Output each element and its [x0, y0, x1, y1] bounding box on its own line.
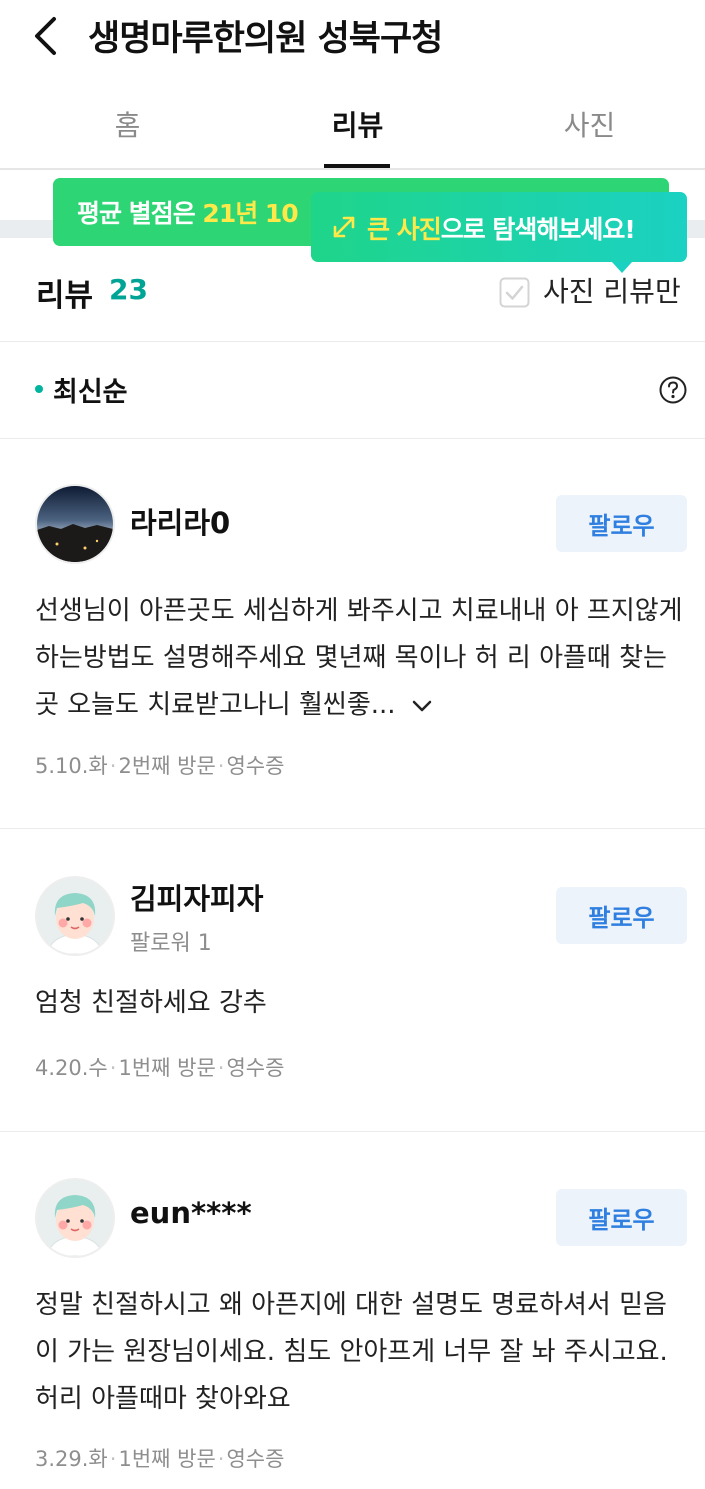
default-avatar-icon	[37, 878, 113, 954]
sort-dot	[35, 385, 43, 393]
tab-reviews[interactable]: 리뷰	[240, 104, 475, 144]
sort-latest[interactable]: 최신순	[53, 370, 128, 409]
reviews-count: 23	[109, 273, 148, 306]
avatar[interactable]	[37, 486, 113, 562]
review-text[interactable]: 엄청 친절하세요 강추	[35, 980, 685, 1027]
review-text[interactable]: 선생님이 아픈곳도 세심하게 봐주시고 치료내내 아 프지않게하는방법도 설명해…	[35, 588, 685, 729]
tab-home[interactable]: 홈	[10, 104, 245, 144]
photo-tooltip-text: 큰 사진으로 탐색해보세요!	[367, 215, 636, 244]
divider	[0, 438, 705, 439]
avatar[interactable]	[37, 1180, 113, 1256]
profile-photo-icon	[37, 486, 113, 562]
avatar[interactable]	[37, 878, 113, 954]
follow-button[interactable]: 팔로우	[556, 887, 687, 944]
tabs-divider	[0, 168, 705, 170]
checkbox-icon[interactable]	[499, 277, 530, 308]
reviews-title: 리뷰	[36, 278, 94, 314]
divider	[0, 828, 705, 829]
default-avatar-icon	[37, 1180, 113, 1256]
review-meta: 5.10.화·2번째 방문·영수증	[35, 754, 285, 778]
photo-tooltip[interactable]: 큰 사진으로 탐색해보세요!	[311, 192, 687, 262]
reviewer-name[interactable]: 김피자피자	[130, 876, 263, 918]
active-tab-indicator	[324, 164, 390, 168]
review-text[interactable]: 정말 친절하시고 왜 아픈지에 대한 설명도 명료하셔서 믿음이 가는 원장님이…	[35, 1282, 685, 1423]
page-title: 생명마루한의원 성북구청	[88, 19, 443, 59]
help-icon[interactable]	[658, 375, 688, 405]
follow-button[interactable]: 팔로우	[556, 1189, 687, 1246]
reviewer-followers: 팔로워 1	[130, 931, 212, 956]
expand-icon	[333, 216, 355, 238]
photo-review-only-label[interactable]: 사진 리뷰만	[543, 270, 681, 310]
reviewer-name[interactable]: eun****	[130, 1196, 252, 1230]
divider	[0, 341, 705, 342]
rating-tooltip-text: 평균 별점은 21년 10	[77, 199, 299, 228]
divider	[0, 1131, 705, 1132]
review-meta: 3.29.화·1번째 방문·영수증	[35, 1447, 285, 1471]
tab-photos[interactable]: 사진	[472, 104, 705, 144]
chevron-down-icon[interactable]	[410, 694, 434, 718]
follow-button[interactable]: 팔로우	[556, 495, 687, 552]
back-icon[interactable]	[28, 14, 68, 58]
reviewer-name[interactable]: 라리라0	[130, 500, 230, 542]
review-meta: 4.20.수·1번째 방문·영수증	[35, 1056, 285, 1080]
